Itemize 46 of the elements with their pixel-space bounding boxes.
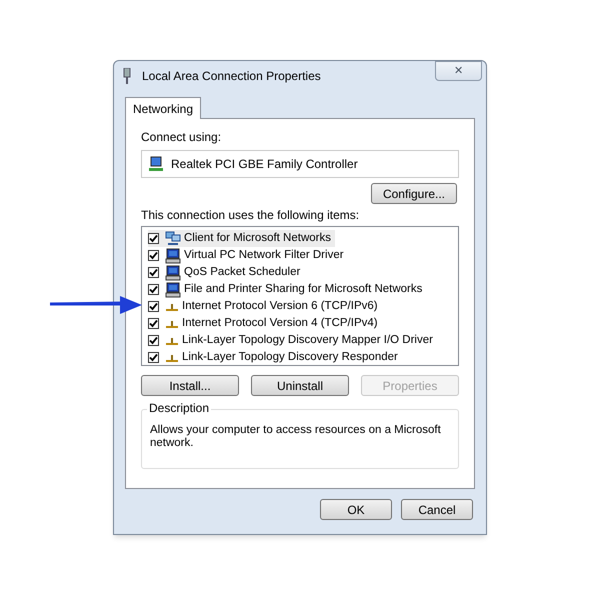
item-label: Client for Microsoft Networks (184, 230, 331, 246)
checkbox[interactable] (148, 284, 159, 295)
checkbox[interactable] (148, 233, 159, 244)
checkbox[interactable] (148, 352, 159, 363)
list-item[interactable]: Client for Microsoft Networks (148, 230, 335, 247)
window-title: Local Area Connection Properties (142, 68, 321, 85)
item-label: File and Printer Sharing for Microsoft Networks (184, 282, 422, 297)
checkbox[interactable] (148, 301, 159, 312)
computer-icon (165, 248, 181, 264)
action-button[interactable]: Uninstall (251, 375, 349, 396)
item-label: Internet Protocol Version 6 (TCP/IPv6) (182, 298, 378, 314)
list-item[interactable]: Link-Layer Topology Discovery Mapper I/O Driver (148, 332, 437, 349)
connect-using-label: Connect using: (141, 129, 222, 146)
item-label: Internet Protocol Version 4 (TCP/IPv4) (182, 316, 378, 331)
description-text: Allows your computer to access resources on a Microsoft network. (150, 424, 442, 450)
adapter-name: Realtek PCI GBE Family Controller (171, 156, 358, 173)
checkbox[interactable] (148, 250, 159, 261)
configure-button[interactable]: Configure... (371, 183, 457, 204)
protocol-icon (165, 302, 179, 312)
list-item[interactable]: QoS Packet Scheduler (148, 264, 304, 281)
list-item[interactable]: Virtual PC Network Filter Driver (148, 247, 348, 264)
network-adapter-icon (148, 156, 164, 172)
item-label: Virtual PC Network Filter Driver (184, 248, 344, 263)
network-cable-icon (122, 68, 132, 84)
list-item[interactable]: File and Printer Sharing for Microsoft Networks (148, 281, 426, 298)
items-label: This connection uses the following items: (141, 207, 360, 224)
protocol-icon (165, 336, 179, 346)
checkbox[interactable] (148, 335, 159, 346)
tab[interactable]: Networking (125, 97, 202, 119)
list-item[interactable]: Link-Layer Topology Discovery Responder (148, 349, 402, 366)
computer-icon (165, 282, 181, 298)
checkbox[interactable] (148, 267, 159, 278)
protocol-icon (165, 352, 179, 362)
list-item[interactable]: Internet Protocol Version 6 (TCP/IPv6) (148, 298, 382, 315)
ok-button[interactable]: OK (320, 499, 392, 520)
action-button[interactable]: Install... (141, 375, 239, 396)
close-button[interactable]: ✕ (435, 61, 482, 81)
checkbox[interactable] (148, 318, 159, 329)
item-label: Link-Layer Topology Discovery Mapper I/O Driver (182, 332, 433, 348)
cancel-button[interactable]: Cancel (401, 499, 473, 520)
item-label: Link-Layer Topology Discovery Responder (182, 350, 398, 365)
item-label: QoS Packet Scheduler (184, 264, 300, 280)
network-computers-icon (165, 231, 181, 246)
protocol-icon (165, 318, 179, 328)
computer-icon (165, 264, 181, 280)
list-item[interactable]: Internet Protocol Version 4 (TCP/IPv4) (148, 315, 382, 332)
